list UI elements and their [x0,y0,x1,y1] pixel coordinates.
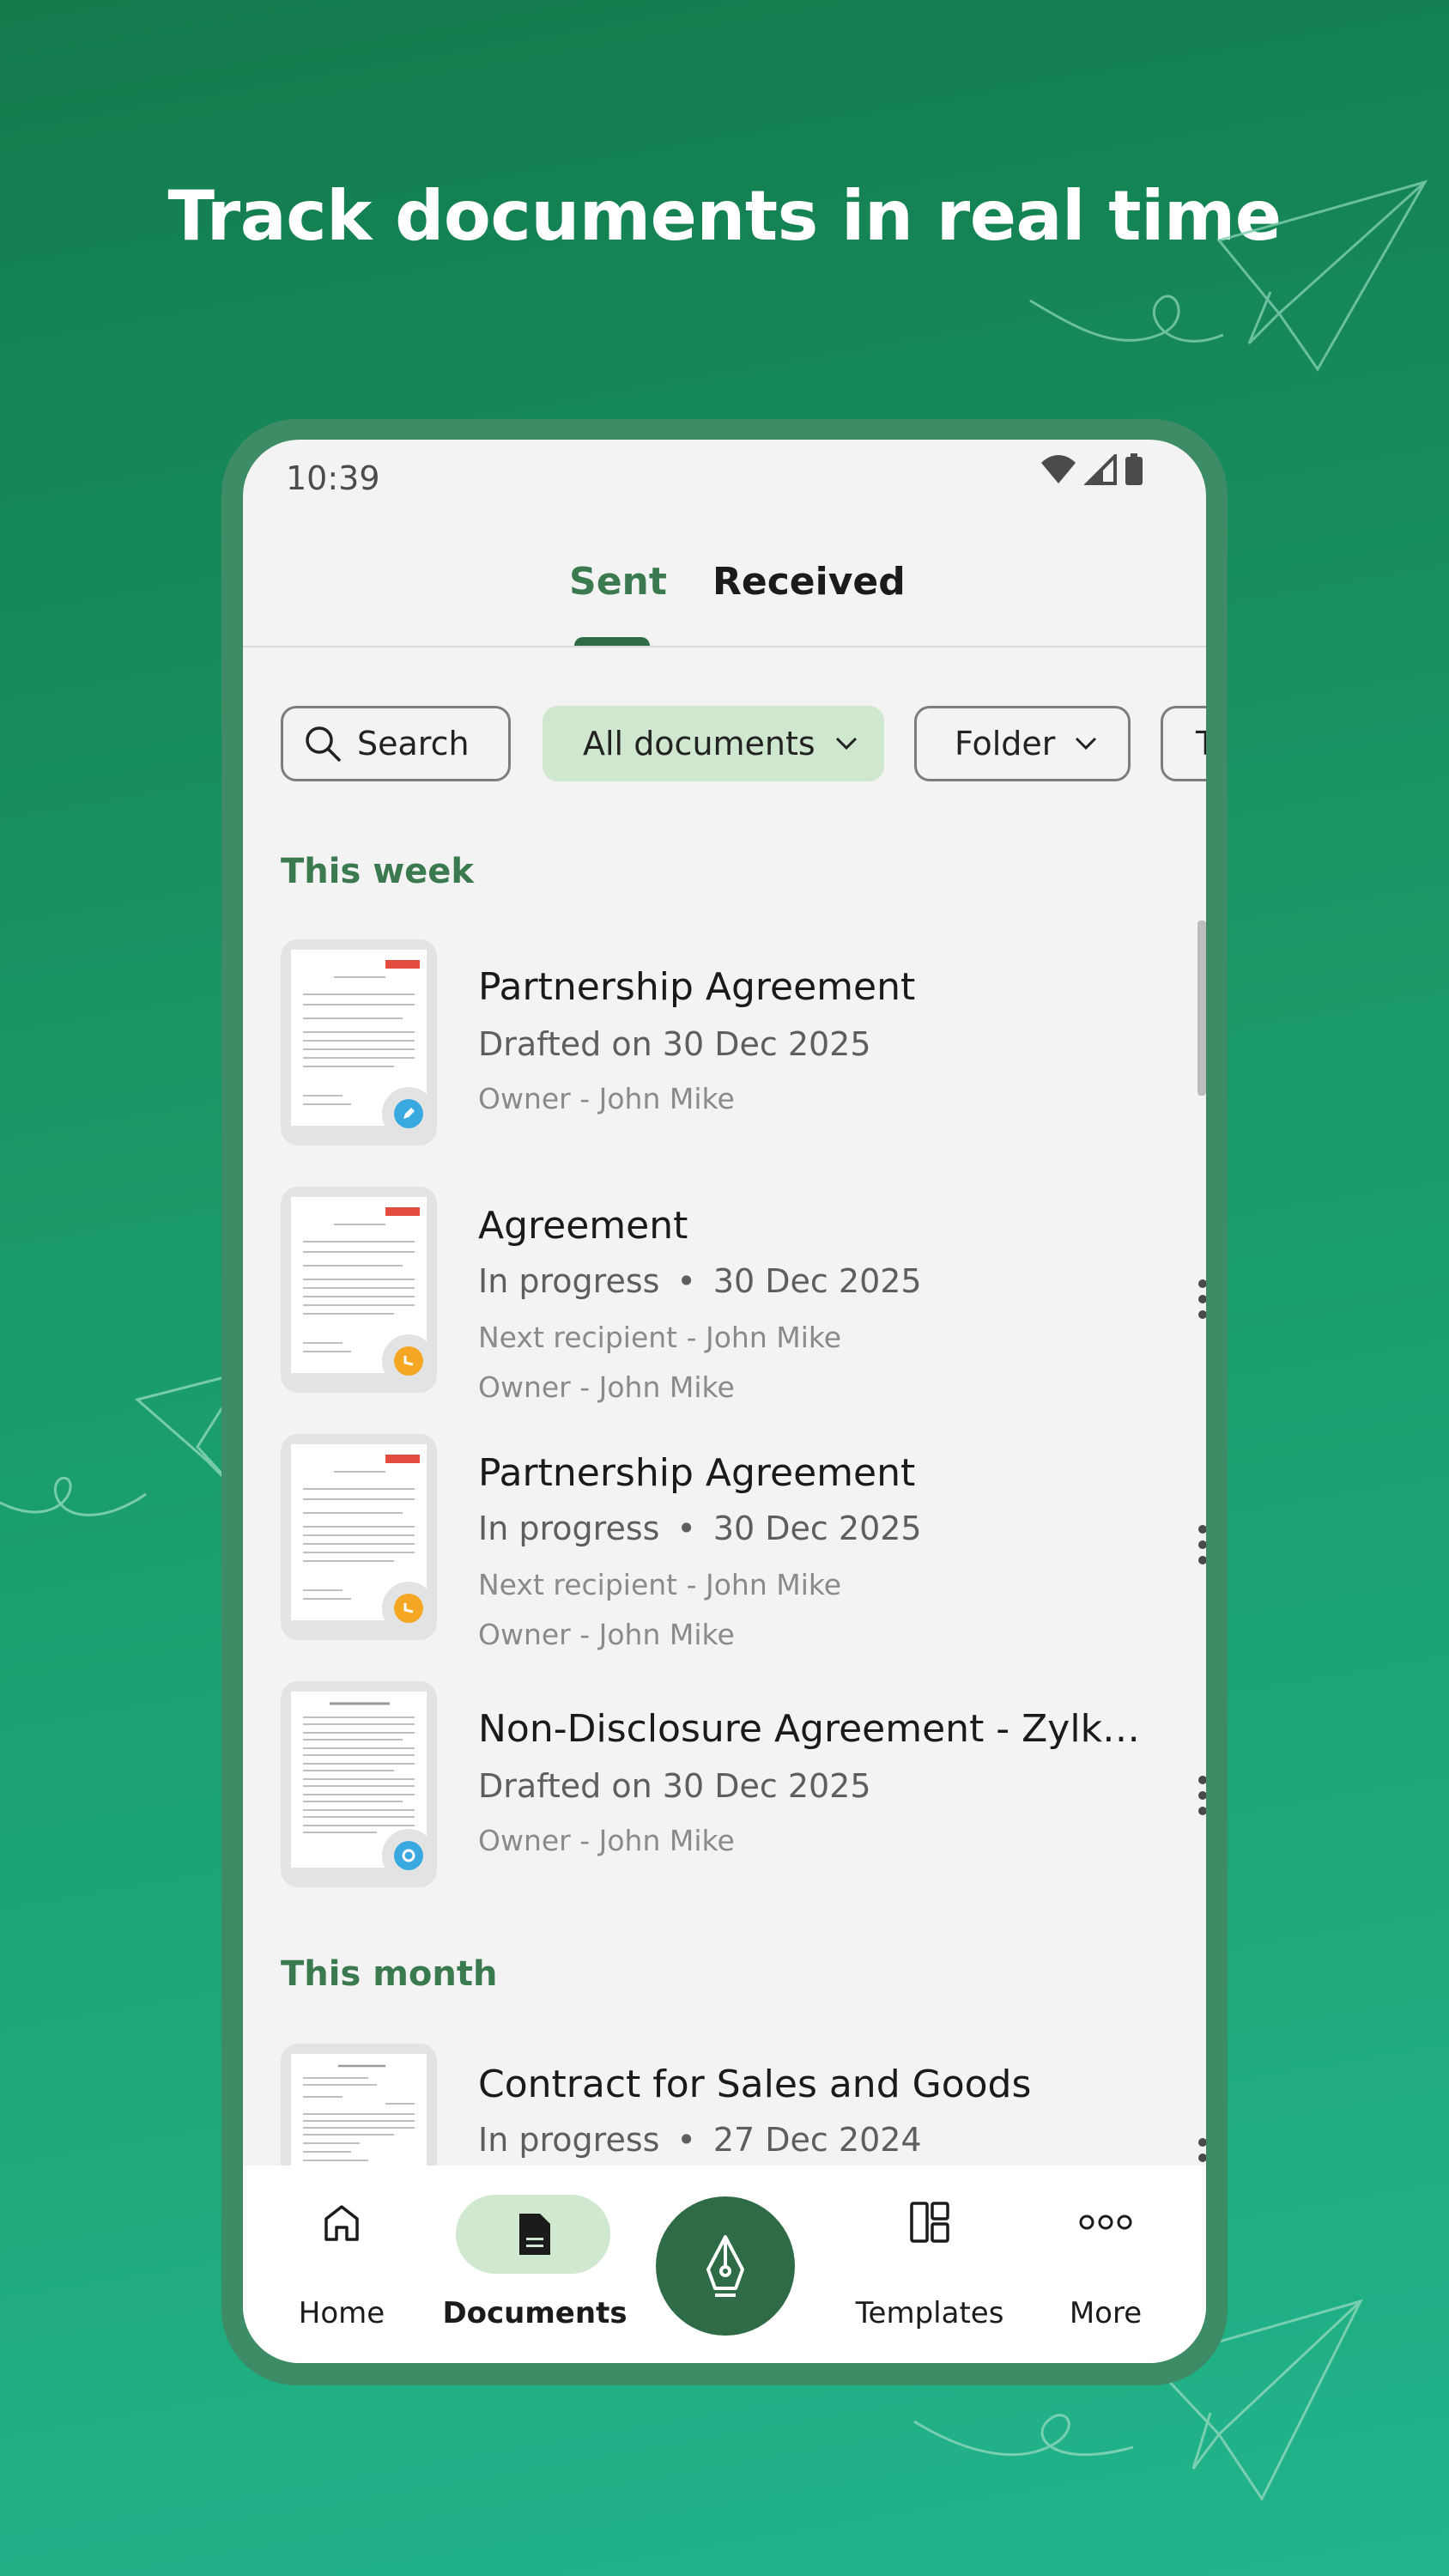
document-owner: Owner - John Mike [478,1618,735,1651]
more-options-icon[interactable] [1192,1525,1206,1564]
nav-home[interactable]: Home [277,2166,406,2363]
document-title: Non-Disclosure Agreement - Zylk… [478,1707,1141,1751]
document-icon [519,2214,550,2255]
all-documents-chip[interactable]: All documents [543,706,884,781]
next-recipient: Next recipient - John Mike [478,1568,842,1601]
clock-icon [403,1356,414,1366]
chevron-down-icon [1076,737,1097,750]
document-thumbnail [281,1681,437,1887]
document-status: In progress [478,1262,660,1300]
document-item[interactable]: Non-Disclosure Agreement - Zylk… Drafted… [281,1681,1206,1892]
templates-icon [910,2202,949,2243]
next-recipient: Next recipient - John Mike [478,1321,842,1354]
stamp-icon [402,1849,415,1862]
nav-home-label: Home [298,2296,385,2330]
draft-status-badge [382,1087,435,1140]
tab-received[interactable]: Received [712,560,906,604]
document-status-line: In progress • 30 Dec 2025 [478,1262,922,1300]
separator-dot: • [676,1510,696,1547]
in-progress-status-badge [382,1334,435,1388]
in-progress-status-badge [382,1582,435,1635]
tab-sent[interactable]: Sent [569,560,667,604]
nav-more[interactable]: More [1041,2166,1170,2363]
app-screen: 10:39 Sent Received Search All documents… [243,440,1206,2363]
more-options-icon[interactable] [1192,1776,1206,1815]
more-horizontal-icon [1079,2215,1132,2230]
document-date: 30 Dec 2025 [712,1510,922,1547]
paper-plane-decoration-top [1029,179,1428,372]
document-owner: Owner - John Mike [478,1082,735,1115]
tab-indicator [574,637,650,646]
filter-chips: Search All documents Folder T [281,706,1206,785]
signal-icon [1084,454,1117,485]
pen-icon [403,1108,415,1119]
document-item[interactable]: Agreement In progress • 30 Dec 2025 Next r… [281,1187,1206,1404]
document-status: Drafted on 30 Dec 2025 [478,1025,871,1063]
separator-dot: • [676,2121,696,2159]
document-status: Drafted on 30 Dec 2025 [478,1767,871,1805]
chevron-down-icon [835,737,857,750]
overflow-chip-label: T [1196,725,1206,762]
section-title: This week [281,852,475,891]
document-item[interactable]: Partnership Agreement Drafted on 30 Dec … [281,939,1206,1150]
separator-dot: • [676,1262,696,1300]
tab-bar: Sent Received [243,517,1206,647]
folder-chip-label: Folder [955,725,1056,762]
document-item[interactable]: Partnership Agreement In progress • 30 Dec… [281,1434,1206,1651]
nav-templates[interactable]: Templates [835,2166,1024,2363]
document-status-line: In progress • 30 Dec 2025 [478,1510,922,1547]
nav-documents[interactable]: Documents [440,2166,629,2363]
status-time: 10:39 [286,459,380,497]
clock-icon [403,1603,414,1613]
overflow-chip[interactable]: T [1161,706,1206,781]
all-documents-chip-label: All documents [583,725,815,762]
folder-chip[interactable]: Folder [914,706,1131,781]
scrollbar[interactable] [1197,920,1206,1096]
pen-nib-icon [706,2235,744,2297]
template-status-badge [382,1829,435,1882]
document-owner: Owner - John Mike [478,1824,735,1857]
document-title: Agreement [478,1204,688,1248]
document-status: In progress [478,1510,660,1547]
document-date: 27 Dec 2024 [712,2121,922,2159]
document-title: Contract for Sales and Goods [478,2063,1032,2106]
more-options-icon[interactable] [1192,1279,1206,1319]
battery-icon [1125,453,1143,485]
home-icon [324,2205,359,2241]
search-icon [306,726,341,762]
document-title: Partnership Agreement [478,1451,916,1495]
bottom-navigation: Home Documents Templates More [243,2166,1206,2363]
nav-templates-label: Templates [855,2296,1004,2330]
paper-plane-decoration-middle [0,1370,246,1516]
sign-document-button[interactable] [656,2196,795,2336]
document-owner: Owner - John Mike [478,1370,735,1404]
nav-more-label: More [1069,2296,1143,2330]
document-title: Partnership Agreement [478,965,916,1009]
status-icons [1040,453,1144,486]
nav-documents-label: Documents [442,2296,627,2330]
document-thumbnail [281,939,437,1145]
document-date: 30 Dec 2025 [712,1262,922,1300]
search-chip-label: Search [357,725,470,762]
search-chip[interactable]: Search [281,706,511,781]
document-status-line: In progress • 27 Dec 2024 [478,2121,922,2159]
document-thumbnail [281,1434,437,1640]
document-status: In progress [478,2121,660,2159]
wifi-icon [1041,455,1076,483]
document-thumbnail [281,1187,437,1393]
section-title: This month [281,1954,498,1994]
